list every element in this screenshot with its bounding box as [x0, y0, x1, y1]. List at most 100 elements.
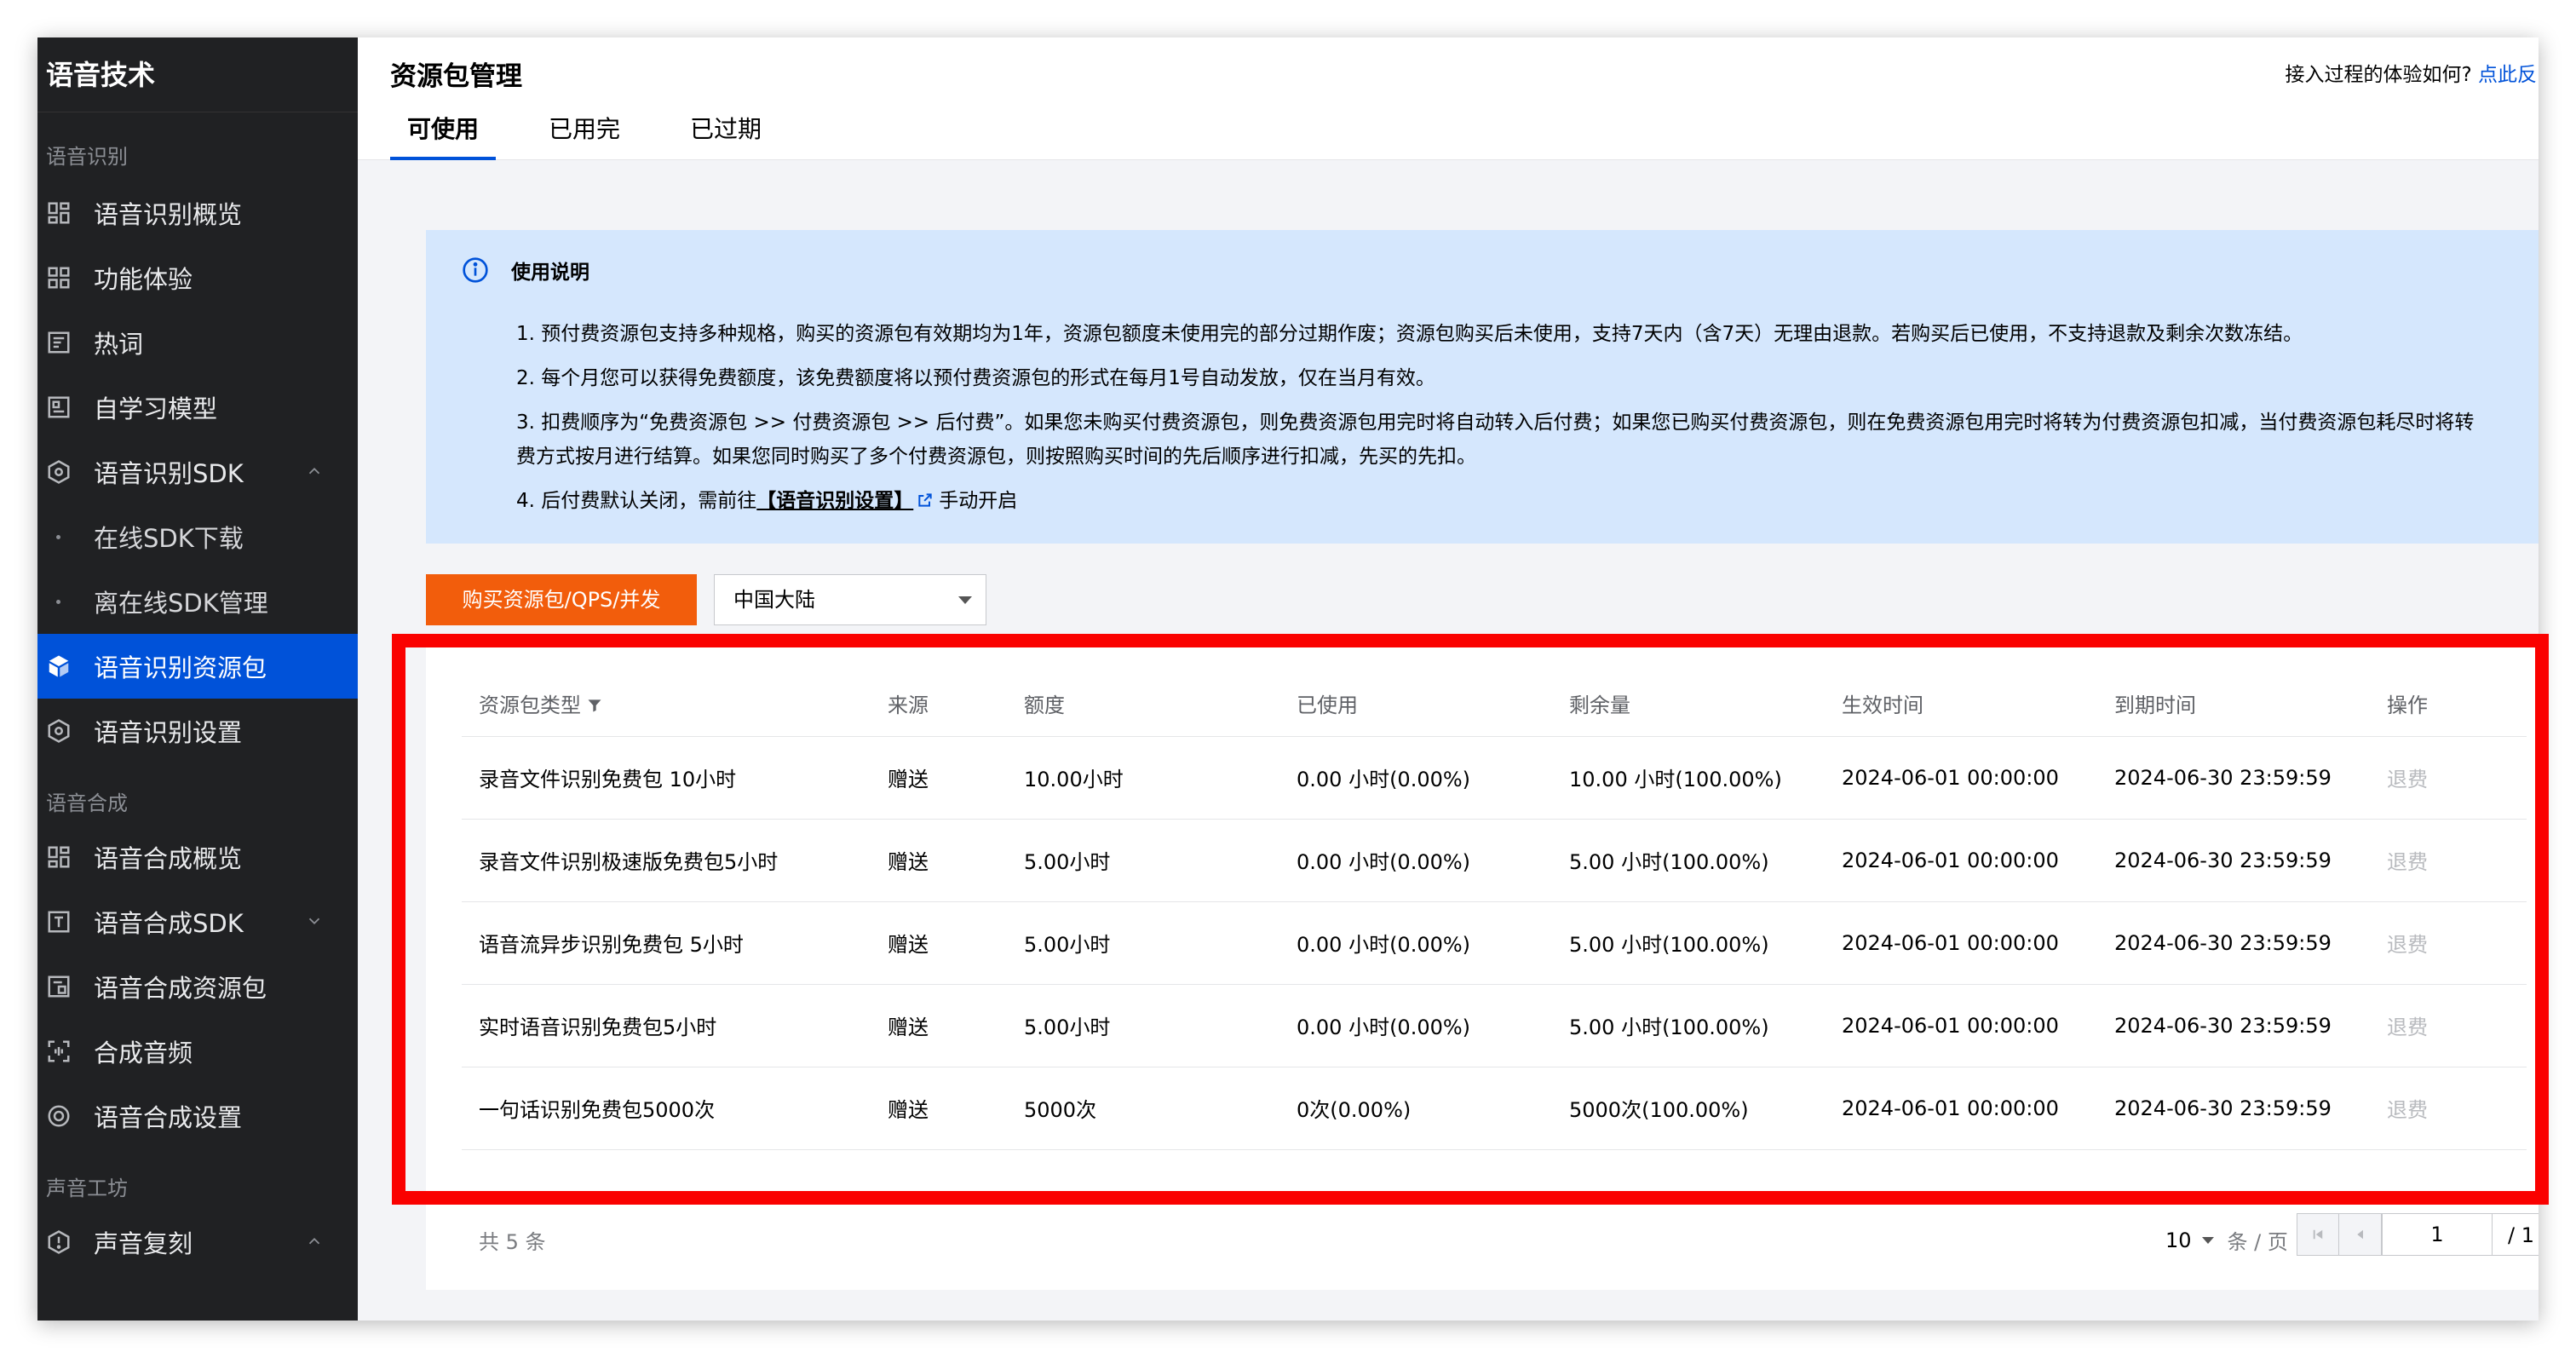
sidebar-item-label: 热词 [94, 330, 144, 359]
chevron-down-icon [308, 918, 320, 925]
column-header[interactable]: 资源包类型 [462, 671, 871, 737]
hotword-icon [46, 330, 72, 355]
tab-used-up[interactable]: 已用完 [532, 112, 637, 160]
nav-group-title: 语音合成 [46, 791, 128, 815]
nav-group-title: 声音工坊 [46, 1177, 128, 1200]
table-header-row: 资源包类型 来源 额度 已使用 剩余量 生效时间 到期时间 操作 [462, 671, 2527, 737]
page-size-select[interactable]: 10 条 / 页 [2165, 1225, 2288, 1255]
page-size-unit: 条 / 页 [2227, 1230, 2288, 1254]
notice-line: 1. 预付费资源包支持多种规格，购买的资源包有效期均为1年，资源包额度未使用完的… [516, 323, 2303, 345]
voice-clone-icon [46, 1229, 72, 1255]
sidebar-item-label: 自学习模型 [94, 394, 218, 423]
app-window: 语音技术 语音识别 语音识别概览 功能体验 热词 自学习模型 语音识别SDK 在… [37, 37, 2539, 1321]
feedback-prompt: 接入过程的体验如何? 点此反 [2285, 58, 2537, 87]
sidebar-item-label: 语音合成设置 [94, 1103, 243, 1132]
info-icon [463, 257, 488, 283]
brand-title: 语音技术 [37, 37, 358, 112]
buy-package-button[interactable]: 购买资源包/QPS/并发 [426, 574, 697, 625]
prev-page-button[interactable] [2339, 1213, 2382, 1256]
page-title: 资源包管理 [390, 61, 522, 92]
settings-icon [46, 1103, 72, 1129]
notice-line: 4. 后付费默认关闭，需前往【语音识别设置】 手动开启 [516, 482, 2539, 520]
notice-line: 3. 扣费顺序为“免费资源包 >> 付费资源包 >> 后付费”。如果您未购买付费… [516, 411, 2475, 434]
sidebar-item-feature-demo[interactable]: 功能体验 [37, 245, 358, 310]
sidebar-item-offline-sdk-manage[interactable]: 离在线SDK管理 [37, 569, 358, 634]
cell-used: 0.00 小时(0.00%) [1279, 819, 1552, 902]
cell-source: 赠送 [871, 984, 1007, 1067]
cell-used: 0.00 小时(0.00%) [1279, 984, 1552, 1067]
column-header: 生效时间 [1825, 671, 2097, 737]
first-page-icon [2313, 1229, 2323, 1240]
cell-used: 0.00 小时(0.00%) [1279, 736, 1552, 820]
sidebar-item-synth-audio[interactable]: 合成音频 [37, 1019, 358, 1084]
filter-icon[interactable] [586, 697, 603, 714]
column-header: 来源 [871, 671, 1007, 737]
refund-link[interactable]: 退费 [2370, 736, 2527, 820]
sidebar-item-label: 语音合成SDK [94, 909, 244, 938]
model-icon [46, 394, 72, 420]
sidebar-item-label: 声音复刻 [94, 1229, 193, 1258]
feedback-link[interactable]: 点此反 [2478, 64, 2537, 86]
dashboard-icon [46, 844, 72, 870]
sidebar-item-asr-overview[interactable]: 语音识别概览 [37, 181, 358, 245]
cell-end-time: 2024-06-30 23:59:59 [2097, 819, 2370, 902]
cell-package-type: 一句话识别免费包5000次 [462, 1067, 871, 1150]
sidebar-item-asr-sdk[interactable]: 语音识别SDK [37, 440, 358, 504]
sidebar-item-tts-settings[interactable]: 语音合成设置 [37, 1084, 358, 1148]
audio-icon [46, 1039, 72, 1064]
total-pages: / 1 页 [2493, 1213, 2539, 1256]
cell-source: 赠送 [871, 901, 1007, 985]
page-header: 资源包管理 接入过程的体验如何? 点此反 可使用 已用完 已过期 [358, 37, 2539, 160]
refund-link[interactable]: 退费 [2370, 901, 2527, 985]
sidebar-item-hotword[interactable]: 热词 [37, 310, 358, 375]
sidebar-item-label: 语音识别资源包 [94, 653, 267, 682]
table-row: 语音流异步识别免费包 5小时 赠送 5.00小时 0.00 小时(0.00%) … [462, 901, 2527, 985]
first-page-button[interactable] [2297, 1213, 2339, 1256]
sidebar-item-online-sdk-download[interactable]: 在线SDK下载 [37, 504, 358, 569]
sidebar-item-tts-overview[interactable]: 语音合成概览 [37, 825, 358, 889]
sidebar-item-label: 语音识别SDK [94, 459, 244, 488]
column-header: 已使用 [1279, 671, 1552, 737]
tab-expired[interactable]: 已过期 [673, 112, 779, 160]
cell-end-time: 2024-06-30 23:59:59 [2097, 984, 2370, 1067]
cell-used: 0.00 小时(0.00%) [1279, 901, 1552, 985]
cell-end-time: 2024-06-30 23:59:59 [2097, 736, 2370, 820]
caret-down-icon [2201, 1236, 2214, 1244]
tab-available[interactable]: 可使用 [390, 112, 497, 160]
column-header: 剩余量 [1552, 671, 1825, 737]
sidebar-item-voice-clone[interactable]: 声音复刻 [37, 1210, 358, 1275]
cell-source: 赠送 [871, 1067, 1007, 1150]
refund-link[interactable]: 退费 [2370, 1067, 2527, 1150]
cell-end-time: 2024-06-30 23:59:59 [2097, 1067, 2370, 1150]
sidebar-item-tts-sdk[interactable]: 语音合成SDK [37, 889, 358, 954]
usage-notice: 使用说明 1. 预付费资源包支持多种规格，购买的资源包有效期均为1年，资源包额度… [426, 230, 2539, 544]
total-count: 共 5 条 [479, 1230, 546, 1254]
external-link-icon [918, 493, 932, 507]
refund-link[interactable]: 退费 [2370, 984, 2527, 1067]
sidebar-item-self-learning-model[interactable]: 自学习模型 [37, 375, 358, 440]
sidebar-item-asr-settings[interactable]: 语音识别设置 [37, 699, 358, 763]
prev-page-icon [2356, 1229, 2363, 1240]
apps-icon [46, 265, 72, 291]
cell-remaining: 10.00 小时(100.00%) [1552, 736, 1825, 820]
sidebar-item-tts-resource-package[interactable]: 语音合成资源包 [37, 954, 358, 1019]
sidebar-item-label: 在线SDK下载 [94, 524, 244, 553]
table-row: 一句话识别免费包5000次 赠送 5000次 0次(0.00%) 5000次(1… [462, 1067, 2527, 1150]
page-number-input[interactable]: 1 [2382, 1213, 2493, 1256]
sidebar-item-asr-resource-package[interactable]: 语音识别资源包 [37, 634, 358, 699]
sidebar-item-label: 离在线SDK管理 [94, 589, 268, 618]
asr-settings-link[interactable]: 【语音识别设置】 [756, 490, 913, 512]
cell-quota: 5.00小时 [1007, 901, 1279, 985]
page-size-value: 10 [2165, 1228, 2192, 1252]
column-header: 操作 [2370, 671, 2527, 737]
notice-header: 使用说明 [462, 256, 589, 285]
sidebar-item-label: 语音识别概览 [94, 200, 243, 229]
notice-line: 2. 每个月您可以获得免费额度，该免费额度将以预付费资源包的形式在每月1号自动发… [516, 367, 1435, 389]
tab-bar: 可使用 已用完 已过期 [390, 112, 814, 160]
notice-line-continued: 费方式按月进行结算。如果您同时购买了多个付费资源包，则按照购买时间的先后顺序进行… [516, 446, 1476, 468]
nav-group-title: 语音识别 [46, 145, 128, 169]
cell-package-type: 录音文件识别极速版免费包5小时 [462, 819, 871, 902]
region-select[interactable]: 中国大陆 [714, 574, 986, 625]
region-value: 中国大陆 [733, 588, 815, 612]
refund-link[interactable]: 退费 [2370, 819, 2527, 902]
